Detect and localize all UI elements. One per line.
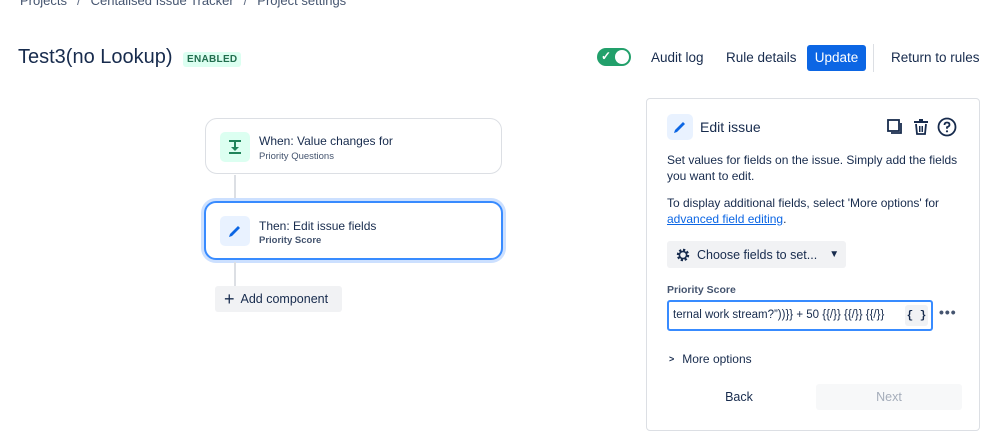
toggle-knob (615, 50, 629, 64)
page-title: Test3(no Lookup) (18, 46, 173, 68)
header-divider (873, 44, 874, 72)
help-icon[interactable] (936, 116, 958, 138)
breadcrumb-item-projects[interactable]: Projects (20, 0, 67, 8)
advanced-note-text: To display additional fields, select 'Mo… (667, 196, 940, 210)
gear-icon (676, 248, 690, 261)
pencil-icon (667, 114, 693, 140)
advanced-note-suffix: . (783, 212, 787, 226)
return-to-rules-button[interactable]: Return to rules (883, 45, 988, 71)
trigger-subtitle: Priority Questions (259, 151, 334, 162)
add-component-button[interactable]: + Add component (215, 286, 342, 312)
action-subtitle: Priority Score (259, 235, 322, 246)
status-badge: ENABLED (183, 52, 242, 67)
breadcrumb-item-project-settings[interactable]: Project settings (257, 0, 346, 8)
flow-connector (234, 262, 236, 286)
pencil-icon (220, 216, 250, 246)
more-actions-icon[interactable]: ••• (939, 304, 957, 320)
trash-icon[interactable] (910, 116, 932, 138)
chevron-right-icon: > (669, 354, 675, 364)
priority-score-input[interactable]: ternal work stream?”))}} + 50 {{/}} {{/}… (667, 300, 933, 331)
advanced-field-editing-link[interactable]: advanced field editing (667, 212, 783, 226)
breadcrumb-separator: / (243, 0, 248, 8)
update-button[interactable]: Update (807, 45, 866, 71)
back-button[interactable]: Back (669, 384, 809, 410)
add-component-label: Add component (240, 292, 329, 306)
breadcrumb-item-project[interactable]: Centalised Issue Tracker (91, 0, 234, 8)
rule-details-button[interactable]: Rule details (718, 45, 805, 71)
component-config-panel: Edit issue Set values for fields on the … (646, 98, 980, 431)
panel-title: Edit issue (700, 119, 761, 135)
trigger-icon (220, 132, 250, 162)
trigger-title: When: Value changes for (259, 134, 393, 148)
more-options-toggle[interactable]: > More options (669, 352, 752, 366)
breadcrumb: Projects / Centalised Issue Tracker / Pr… (20, 0, 346, 8)
check-icon: ✓ (601, 49, 612, 63)
action-component-card[interactable]: Then: Edit issue fields Priority Score (204, 201, 503, 260)
field-value: ternal work stream?”))}} + 50 {{/}} {{/}… (673, 309, 885, 321)
audit-log-button[interactable]: Audit log (643, 45, 712, 71)
smart-value-button[interactable]: { } (905, 305, 928, 326)
more-options-label: More options (682, 352, 752, 366)
choose-fields-dropdown[interactable]: Choose fields to set... ▼ (667, 241, 846, 268)
breadcrumb-separator: / (76, 0, 81, 8)
rule-enabled-toggle[interactable]: ✓ (597, 48, 631, 66)
chevron-down-icon: ▼ (829, 249, 840, 260)
action-title: Then: Edit issue fields (259, 219, 377, 233)
next-button[interactable]: Next (816, 384, 962, 410)
panel-description: Set values for fields on the issue. Simp… (667, 153, 958, 183)
advanced-editing-note: To display additional fields, select 'Mo… (667, 195, 967, 227)
copy-icon[interactable] (884, 116, 906, 138)
flow-connector (234, 175, 236, 201)
field-label: Priority Score (667, 284, 736, 296)
trigger-component-card[interactable]: When: Value changes for Priority Questio… (205, 118, 502, 174)
choose-fields-label: Choose fields to set... (697, 247, 818, 262)
plus-icon: + (224, 289, 235, 309)
